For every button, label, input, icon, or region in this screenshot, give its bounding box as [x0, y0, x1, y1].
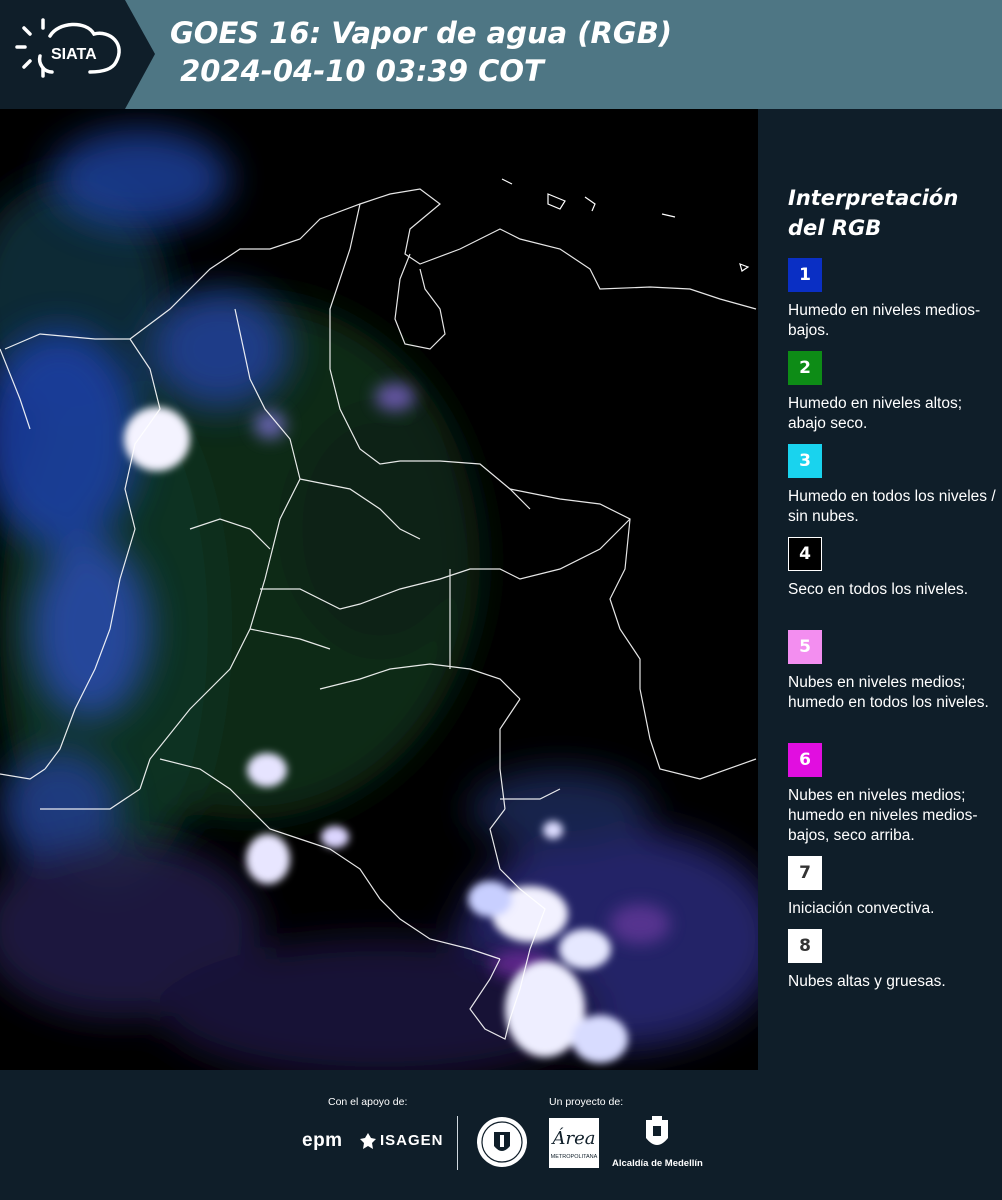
- isagen-logo[interactable]: ISAGEN: [360, 1132, 444, 1149]
- legend-item-1: 1 Humedo en niveles medios-bajos.: [788, 258, 998, 341]
- legend-swatch-6: 6: [788, 743, 822, 777]
- siata-logo-text: SIATA: [51, 46, 97, 63]
- title-line-1: GOES 16: Vapor de agua (RGB): [170, 16, 673, 50]
- legend-text-3: Humedo en todos los niveles / sin nubes.: [788, 488, 996, 525]
- header-bar: SIATA GOES 16: Vapor de agua (RGB) 2024-…: [0, 0, 1002, 109]
- page-title: GOES 16: Vapor de agua (RGB) 2024-04-10 …: [170, 14, 672, 90]
- isagen-mark-icon: [360, 1132, 376, 1149]
- footer-divider: [457, 1116, 458, 1170]
- medellin-crest-icon: [646, 1116, 668, 1145]
- project-label: Un proyecto de:: [549, 1096, 624, 1108]
- university-seal-icon[interactable]: [476, 1116, 528, 1168]
- legend-swatch-8: 8: [788, 929, 822, 963]
- legend-text-8: Nubes altas y gruesas.: [788, 973, 946, 990]
- legend-text-2: Humedo en niveles altos; abajo seco.: [788, 395, 963, 432]
- area-metropolitana-logo[interactable]: Área METROPOLITANA: [549, 1118, 599, 1168]
- legend-text-1: Humedo en niveles medios-bajos.: [788, 302, 981, 339]
- legend-item-2: 2 Humedo en niveles altos; abajo seco.: [788, 351, 998, 434]
- satellite-map[interactable]: [0, 109, 758, 1070]
- alcaldia-medellin-logo[interactable]: Alcaldía de Medellín: [612, 1116, 703, 1169]
- legend-swatch-5: 5: [788, 630, 822, 664]
- legend-item-5: 5 Nubes en niveles medios; humedo en tod…: [788, 630, 998, 713]
- isagen-logo-text: ISAGEN: [380, 1132, 444, 1149]
- legend-swatch-2: 2: [788, 351, 822, 385]
- legend-swatch-3: 3: [788, 444, 822, 478]
- legend-swatch-1: 1: [788, 258, 822, 292]
- legend-item-3: 3 Humedo en todos los niveles / sin nube…: [788, 444, 998, 527]
- legend-panel: Interpretación del RGB 1 Humedo en nivel…: [760, 109, 1002, 1070]
- area-logo-text: Área: [551, 1126, 596, 1149]
- legend-title: Interpretación del RGB: [788, 186, 959, 240]
- siata-logo[interactable]: SIATA: [0, 0, 160, 109]
- support-label: Con el apoyo de:: [328, 1096, 408, 1108]
- area-logo-subtext: METROPOLITANA: [551, 1154, 598, 1160]
- legend-item-7: 7 Iniciación convectiva.: [788, 856, 998, 919]
- legend-text-4: Seco en todos los niveles.: [788, 581, 969, 598]
- legend-text-5: Nubes en niveles medios; humedo en todos…: [788, 674, 989, 711]
- legend-swatch-4: 4: [788, 537, 822, 571]
- footer: Con el apoyo de: Un proyecto de: epm ISA…: [0, 1070, 1002, 1200]
- epm-logo[interactable]: epm: [302, 1130, 343, 1152]
- legend-text-7: Iniciación convectiva.: [788, 900, 935, 917]
- alcaldia-text: Alcaldía de Medellín: [612, 1158, 703, 1169]
- title-line-2: 2024-04-10 03:39 COT: [170, 54, 544, 88]
- legend-swatch-7: 7: [788, 856, 822, 890]
- legend-item-4: 4 Seco en todos los niveles.: [788, 537, 998, 600]
- legend-item-8: 8 Nubes altas y gruesas.: [788, 929, 998, 992]
- legend-item-6: 6 Nubes en niveles medios; humedo en niv…: [788, 743, 998, 846]
- legend-text-6: Nubes en niveles medios; humedo en nivel…: [788, 787, 978, 844]
